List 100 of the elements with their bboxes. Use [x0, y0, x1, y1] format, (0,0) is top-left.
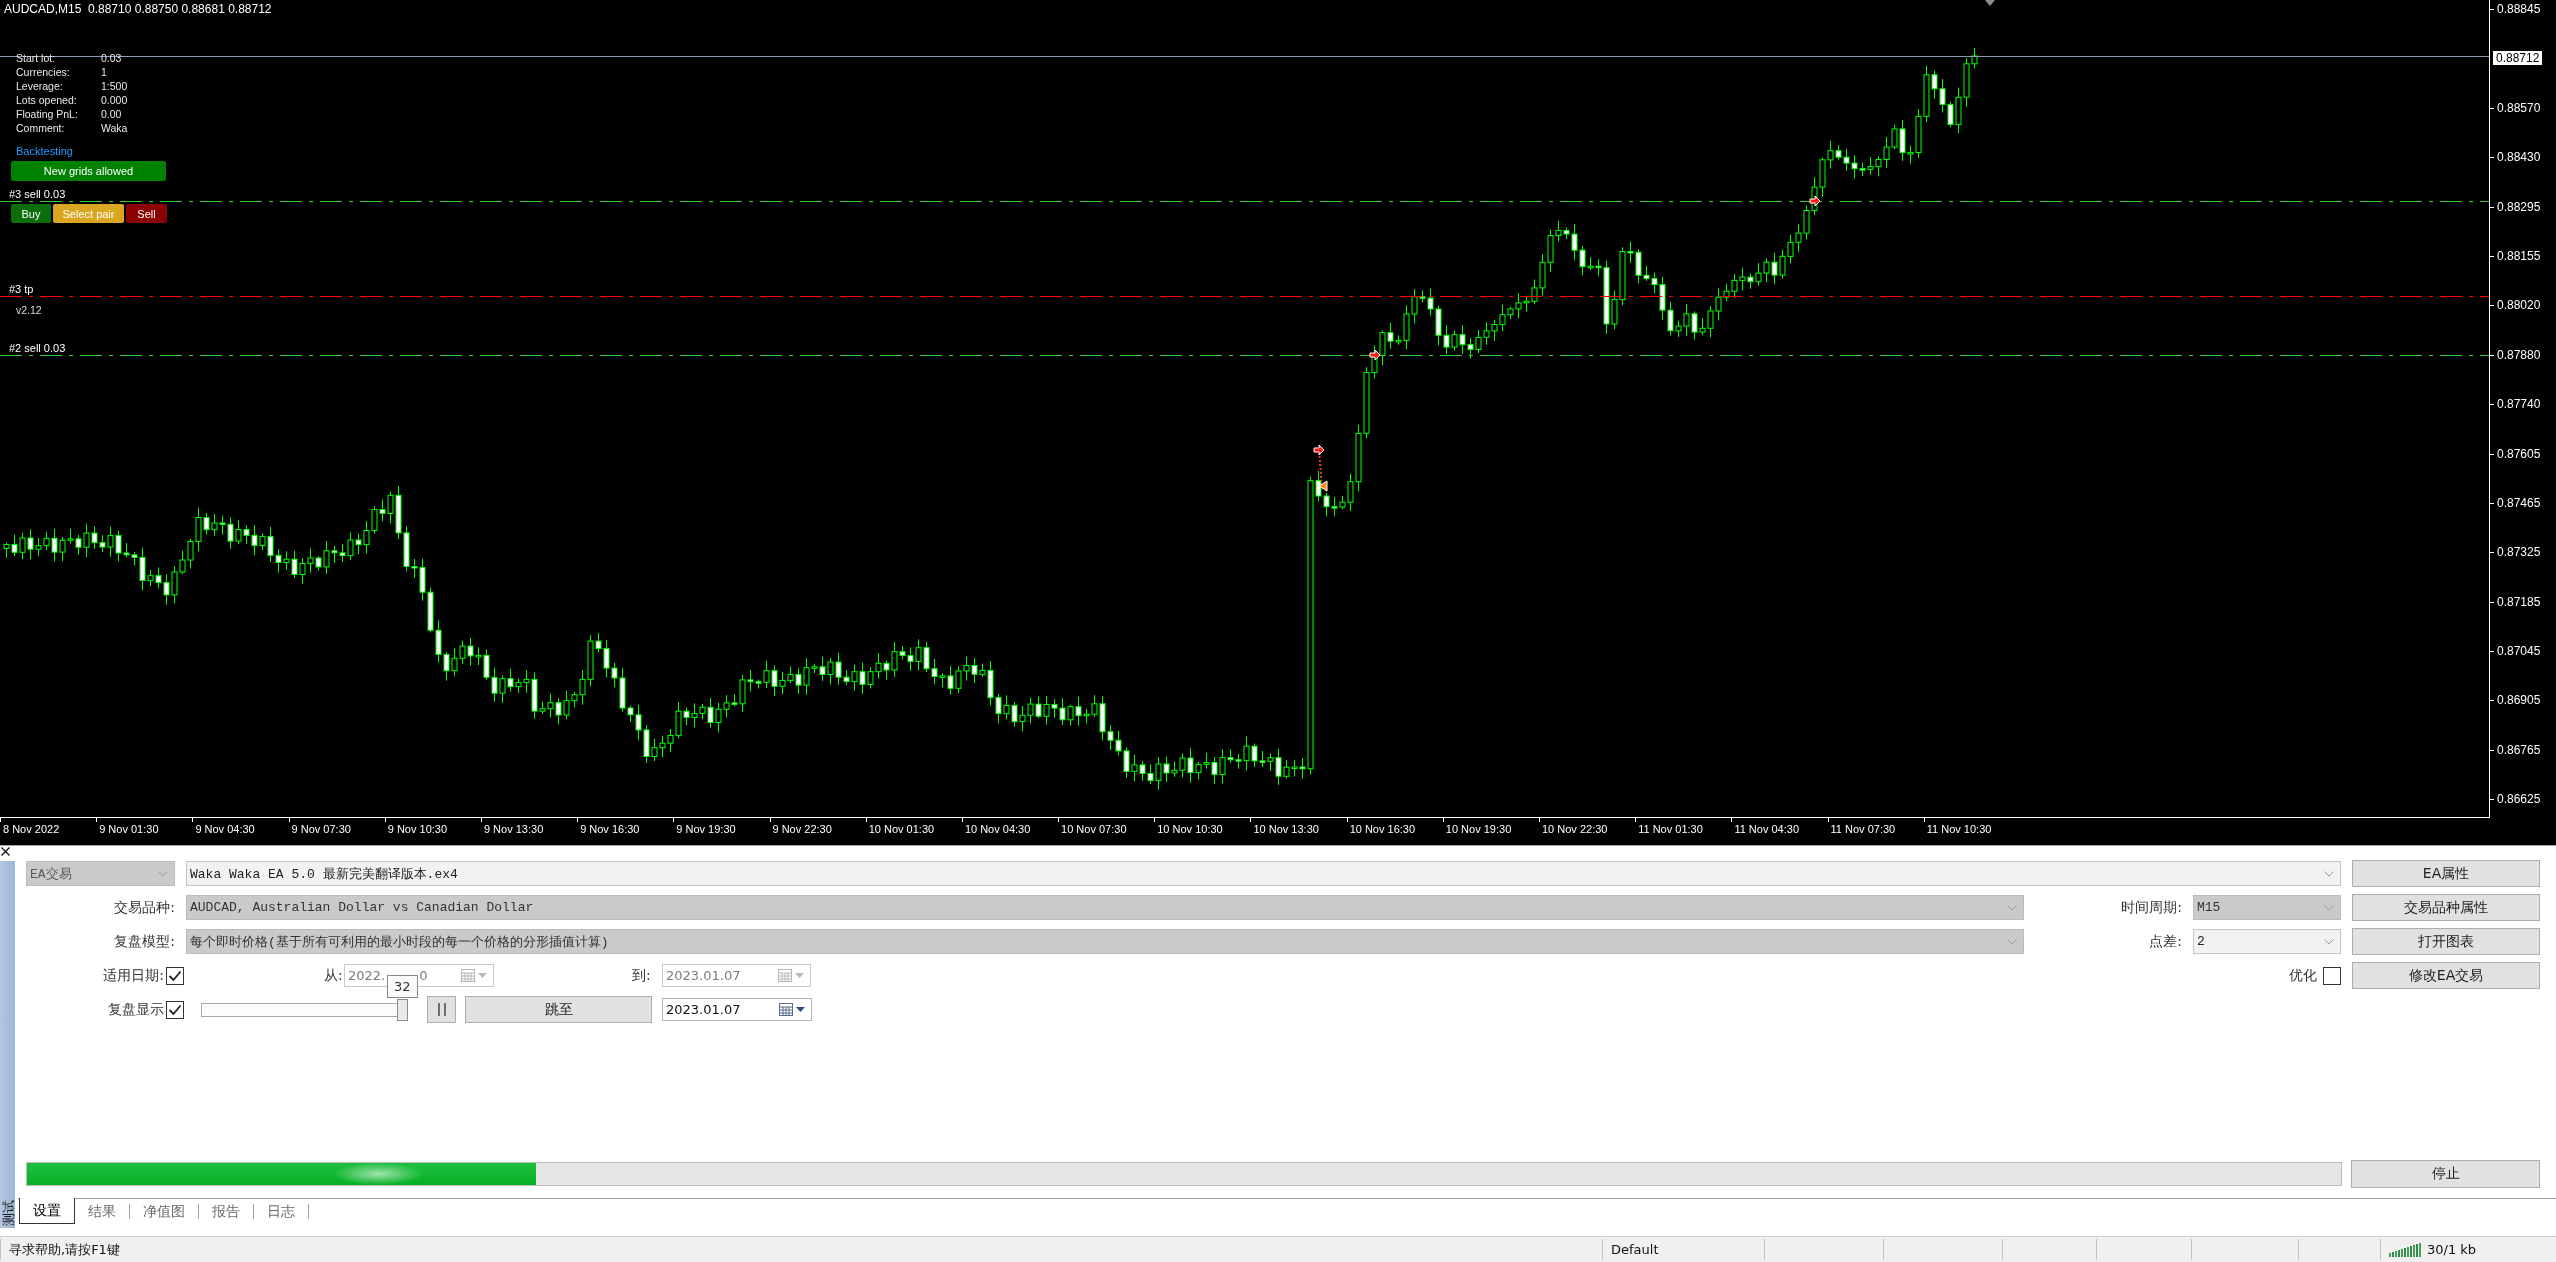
time-label: 10 Nov 13:30: [1250, 818, 1319, 836]
side-button[interactable]: 修改EA交易: [2352, 962, 2540, 989]
order-label: #2 sell 0.03: [9, 342, 66, 355]
calendar-icon: [779, 1003, 793, 1016]
tab[interactable]: 净值图: [130, 1199, 198, 1224]
triangle-marker-icon: [1318, 480, 1328, 492]
time-label: 9 Nov 07:30: [288, 818, 351, 836]
skip-button[interactable]: 跳至: [465, 996, 652, 1023]
panel-title: 测试: [0, 1199, 15, 1226]
version-label: v2.12: [16, 304, 42, 317]
order-label: #3 sell 0.03: [9, 188, 66, 201]
price-label: 0.86625: [2490, 792, 2541, 807]
help-text: 寻求帮助,请按F1键: [9, 1240, 120, 1259]
slider-thumb[interactable]: [397, 998, 408, 1021]
time-label: 9 Nov 16:30: [577, 818, 640, 836]
arrow-right-icon: [1809, 195, 1821, 207]
time-label: 8 Nov 2022: [0, 818, 60, 836]
caret-icon: [795, 973, 804, 978]
side-button[interactable]: 交易品种属性: [2352, 894, 2540, 921]
tab[interactable]: 日志: [254, 1199, 308, 1224]
price-label: 0.87465: [2490, 495, 2541, 510]
chevron-down-icon: [2007, 904, 2017, 911]
time-label: 10 Nov 04:30: [961, 818, 1031, 836]
price-label: 0.88295: [2490, 199, 2541, 214]
chevron-down-icon: [2324, 870, 2334, 877]
info-label: Leverage:: [16, 79, 63, 93]
date-field[interactable]: 2023.01.07: [662, 998, 812, 1021]
time-label: 11 Nov 04:30: [1731, 818, 1799, 836]
dropdown[interactable]: Waka Waka EA 5.0 最新完美翻译版本.ex4: [186, 861, 2341, 886]
field-label: 优化: [2289, 966, 2317, 985]
pause-icon: [437, 1003, 446, 1016]
pause-button[interactable]: [427, 996, 456, 1023]
info-value: 0.000: [101, 93, 128, 107]
close-icon[interactable]: [1, 847, 10, 856]
time-label: 11 Nov 01:30: [1635, 818, 1703, 836]
chart-title: AUDCAD,M15 0.88710 0.88750 0.88681 0.88712: [4, 2, 272, 16]
price-label: 0.88845: [2490, 2, 2541, 16]
checkbox[interactable]: [2323, 966, 2341, 985]
info-label: Lots opened:: [16, 93, 77, 107]
caret-icon: [796, 1007, 805, 1012]
stop-button[interactable]: 停止: [2351, 1160, 2540, 1188]
time-label: 9 Nov 01:30: [96, 818, 159, 836]
price-label: 0.88155: [2490, 248, 2541, 263]
chevron-down-icon: [158, 870, 168, 877]
info-value: Waka: [101, 121, 128, 135]
chevron-down-icon: [2324, 938, 2334, 945]
info-label: Floating PnL:: [16, 107, 78, 121]
profile-name: Default: [1611, 1242, 1659, 1257]
tab[interactable]: 结果: [75, 1199, 129, 1224]
time-label: 10 Nov 19:30: [1442, 818, 1512, 836]
time-label: 10 Nov 07:30: [1058, 818, 1127, 836]
field-label: 复盘显示: [108, 1000, 164, 1017]
field-label: 交易品种:: [114, 898, 175, 917]
slider-track[interactable]: [201, 997, 408, 1022]
time-label: 11 Nov 07:30: [1827, 818, 1896, 836]
side-button[interactable]: 打开图表: [2352, 928, 2540, 955]
price-label: 0.87045: [2490, 644, 2541, 659]
calendar-icon: [461, 969, 475, 982]
time-label: 10 Nov 10:30: [1154, 818, 1223, 836]
price-label: 0.87605: [2490, 446, 2541, 461]
time-label: 9 Nov 10:30: [384, 818, 448, 836]
chevron-down-icon: [2007, 938, 2017, 945]
sell-button[interactable]: Sell: [126, 204, 167, 223]
arrow-right-icon: [1313, 444, 1325, 456]
info-value: 1:500: [101, 79, 128, 93]
time-label: 9 Nov 22:30: [769, 818, 832, 836]
checkbox[interactable]: [166, 966, 184, 985]
price-label: 0.86905: [2490, 693, 2541, 708]
info-value: 1: [101, 65, 107, 79]
side-button[interactable]: EA属性: [2352, 860, 2540, 887]
price-label: 0.87325: [2490, 545, 2541, 560]
trade-connector-line: [1318, 455, 1323, 482]
price-label: 0.86765: [2490, 742, 2541, 757]
price-label: 0.87185: [2490, 594, 2541, 609]
grid-status-button[interactable]: New grids allowed: [11, 161, 166, 181]
dropdown[interactable]: 2: [2193, 929, 2341, 954]
chevron-down-icon: [2324, 904, 2334, 911]
field-label: 从:: [324, 966, 344, 985]
price-label: 0.88020: [2490, 298, 2541, 313]
time-label: 10 Nov 22:30: [1539, 818, 1608, 836]
time-label: 9 Nov 13:30: [480, 818, 544, 836]
time-label: 9 Nov 19:30: [673, 818, 736, 836]
checkbox[interactable]: [166, 1000, 184, 1019]
field-label: 点差:: [2149, 932, 2182, 951]
caret-icon: [478, 973, 487, 978]
calendar-icon: [778, 969, 792, 982]
info-label: Comment:: [16, 121, 65, 135]
time-label: 11 Nov 10:30: [1923, 818, 1992, 836]
price-label: 0.88570: [2490, 100, 2541, 115]
slider-tooltip: 32: [387, 975, 418, 998]
time-label: 10 Nov 01:30: [865, 818, 935, 836]
buy-button[interactable]: Buy: [11, 204, 51, 223]
tab[interactable]: 报告: [199, 1199, 253, 1224]
field-label: 时间周期:: [2121, 898, 2182, 917]
info-label: Currencies:: [16, 65, 70, 79]
mode-label: Backtesting: [16, 144, 73, 158]
time-label: 10 Nov 16:30: [1346, 818, 1416, 836]
tab[interactable]: 设置: [19, 1198, 75, 1224]
info-value: 0.00: [101, 107, 122, 121]
order-label: #3 tp: [9, 283, 34, 296]
